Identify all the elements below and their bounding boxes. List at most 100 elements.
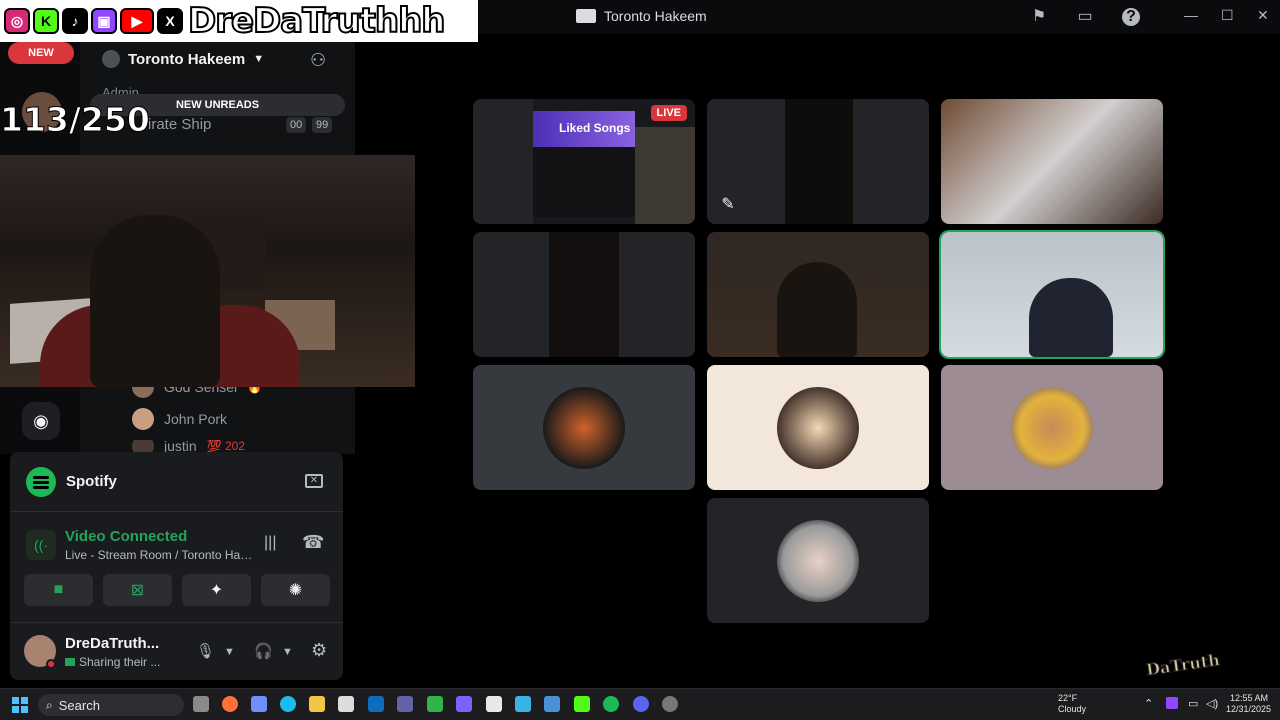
taskbar-search[interactable]: ⌕ Search [38, 694, 184, 716]
avatar-tile[interactable] [707, 365, 929, 490]
streamer-webcam [0, 155, 415, 387]
webcam-person [90, 215, 220, 387]
discover-button[interactable]: ◉ [22, 402, 60, 440]
search-placeholder: Search [58, 697, 100, 713]
user-panel: DreDaTruth... Sharing their ... 🎙 ▼ 🎧 ▼ … [10, 622, 343, 680]
activities-button[interactable]: ✦ [182, 574, 251, 606]
noise-suppression-icon[interactable]: ||| [264, 534, 276, 552]
store-icon[interactable] [338, 696, 354, 712]
stream-tile[interactable]: Liked Songs LIVE [473, 99, 695, 224]
mic-muted-icon: ✎ [721, 196, 735, 213]
tiktok-icon: ♪ [62, 8, 88, 34]
disconnect-icon[interactable]: ☎ [302, 532, 324, 553]
app-icon[interactable] [456, 696, 472, 712]
spotify-icon [26, 466, 56, 497]
firefox-icon[interactable] [222, 696, 238, 712]
windows-start-icon[interactable] [12, 697, 28, 713]
video-tile[interactable] [473, 232, 695, 357]
screen-share-status-icon [65, 658, 75, 666]
instagram-icon: ◎ [4, 8, 30, 34]
video-tile[interactable] [941, 99, 1163, 224]
app-icon[interactable] [515, 696, 531, 712]
video-tile-speaking[interactable] [941, 232, 1163, 357]
avatar-tile[interactable] [473, 365, 695, 490]
server-header[interactable]: Toronto Hakeem ▼ [102, 50, 264, 68]
spotify-icon[interactable] [603, 696, 619, 712]
stream-playlist-title: Liked Songs [533, 111, 635, 147]
voice-location[interactable]: Live - Stream Room / Toronto Hakeem [65, 548, 255, 562]
video-tile[interactable]: ✎ [707, 99, 929, 224]
screen-share-button[interactable]: ⊠ [103, 574, 172, 606]
stream-preview-list [533, 147, 635, 217]
windows-tile [12, 697, 19, 704]
task-view-icon[interactable] [193, 696, 209, 712]
app-icon[interactable] [486, 696, 502, 712]
video-person [777, 262, 857, 357]
outlook-icon[interactable] [368, 696, 384, 712]
green-app-icon[interactable] [427, 696, 443, 712]
teams-icon[interactable] [397, 696, 413, 712]
streamer-handle: DreDaTruthhh [187, 0, 447, 42]
network-icon[interactable]: ▭ [1188, 697, 1198, 710]
chevron-up-icon[interactable]: ⌃ [1144, 697, 1153, 710]
window-title: Toronto Hakeem [576, 8, 707, 24]
member-name: justin [164, 440, 197, 452]
spotify-activity[interactable]: Spotify ✕ [10, 452, 343, 512]
inbox-icon[interactable]: ▭ [1076, 8, 1094, 26]
compass-icon: ◉ [33, 410, 49, 431]
avatar-tile[interactable] [707, 498, 929, 623]
maximize-button[interactable]: ☐ [1221, 7, 1234, 24]
obs-icon[interactable] [662, 696, 678, 712]
gear-icon[interactable]: ⚙ [311, 640, 327, 661]
search-icon: ⌕ [46, 697, 53, 712]
headphones-icon[interactable]: 🎧 [254, 642, 273, 660]
avatar-tile[interactable] [941, 365, 1163, 490]
windows-taskbar: ⌕ Search 22°F Cloudy ⌃ ▭ ◁) 12:55 AM 12/… [0, 688, 1280, 720]
close-button[interactable]: ✕ [1257, 7, 1269, 24]
weather-desc: Cloudy [1058, 704, 1087, 714]
new-pill[interactable]: NEW [8, 42, 74, 64]
video-feed [549, 232, 619, 357]
stream-preview-sidebar [473, 99, 533, 224]
copilot-icon[interactable] [251, 696, 267, 712]
youtube-icon: ▶ [120, 8, 154, 34]
discord-icon[interactable] [633, 696, 649, 712]
server-name: Toronto Hakeem [128, 50, 246, 68]
video-feed [785, 99, 853, 224]
video-person [1029, 278, 1113, 357]
channel-badge: 99 [312, 117, 333, 133]
file-explorer-icon[interactable] [309, 696, 325, 712]
chevron-down-icon[interactable]: ▼ [282, 646, 293, 658]
photos-icon[interactable] [544, 696, 560, 712]
volume-icon[interactable]: ◁) [1206, 697, 1218, 710]
stream-preview-cam [635, 127, 695, 224]
camera-button[interactable]: ■ [24, 574, 93, 606]
window-title-text: Toronto Hakeem [604, 8, 707, 24]
system-clock[interactable]: 12:55 AM 12/31/2025 [1226, 693, 1271, 715]
edge-icon[interactable] [280, 696, 296, 712]
member-status-emoji: 💯 202 [206, 440, 245, 452]
channel-item[interactable]: irate Ship [148, 116, 211, 133]
add-member-icon[interactable]: ⚇ [310, 50, 326, 71]
chevron-down-icon[interactable]: ▼ [224, 646, 235, 658]
minimize-button[interactable]: — [1184, 7, 1198, 23]
user-status-text: Sharing their ... [79, 655, 161, 669]
sub-goal-counter: 113/250 [0, 100, 150, 140]
x-icon: X [157, 8, 183, 34]
member-item[interactable]: John Pork [132, 408, 227, 430]
windows-tile [21, 706, 28, 713]
video-tile[interactable] [707, 232, 929, 357]
user-name[interactable]: DreDaTruth... [65, 635, 159, 652]
kick-icon[interactable] [574, 696, 590, 712]
flag-icon[interactable]: ⚑ [1030, 8, 1048, 26]
avatar [132, 408, 154, 430]
help-icon[interactable]: ? [1122, 8, 1140, 26]
live-badge: LIVE [650, 105, 687, 121]
soundboard-button[interactable]: ✺ [261, 574, 330, 606]
weather-widget[interactable]: 22°F Cloudy [1058, 693, 1086, 715]
voice-status[interactable]: Video Connected [65, 528, 187, 545]
close-activity-icon[interactable]: ✕ [305, 474, 323, 488]
twitch-icon[interactable] [1166, 697, 1178, 709]
microphone-icon[interactable]: 🎙 [196, 642, 215, 660]
member-item[interactable]: justin 💯 202 [132, 440, 245, 452]
